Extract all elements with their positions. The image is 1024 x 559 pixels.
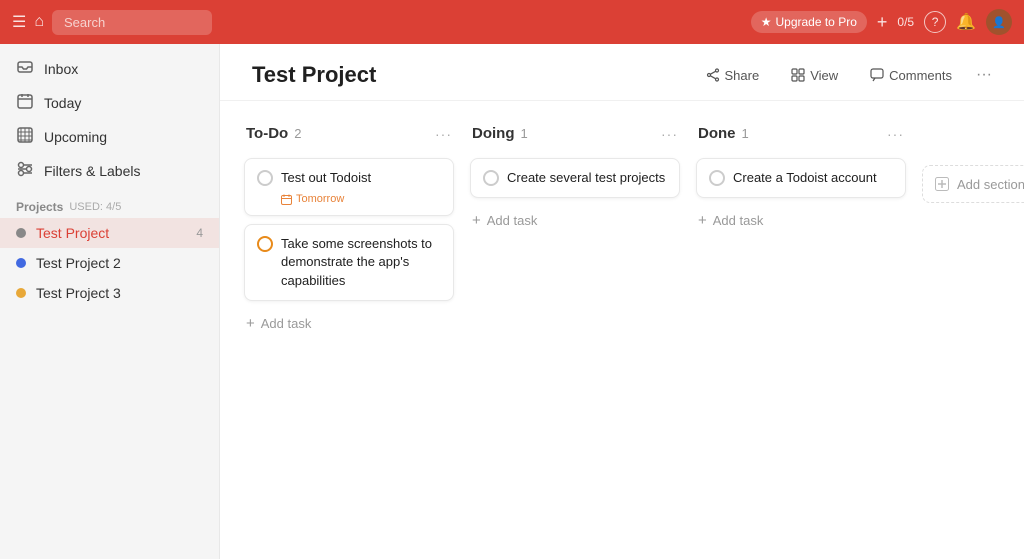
column-doing-count: 1: [521, 126, 528, 141]
add-task-button-doing[interactable]: + Add task: [470, 206, 680, 235]
task-row-2: Take some screenshots to demonstrate the…: [257, 235, 441, 290]
projects-label: Projects: [16, 200, 63, 214]
column-todo-header: To-Do 2 ···: [244, 121, 454, 150]
task-card-3[interactable]: Create several test projects: [470, 158, 680, 198]
comments-button[interactable]: Comments: [862, 64, 960, 87]
column-doing-title: Doing: [472, 125, 515, 142]
projects-used: USED: 4/5: [69, 201, 121, 213]
project-dot-2: [16, 258, 26, 268]
column-todo-count: 2: [294, 126, 301, 141]
sidebar-item-test-project-2-label: Test Project 2: [36, 255, 121, 271]
inbox-icon: [16, 59, 34, 79]
filters-icon: [16, 161, 34, 181]
score-badge: 0/5: [897, 15, 914, 29]
column-done: Done 1 ··· Create a Todoist account + Ad…: [696, 121, 906, 235]
column-doing: Doing 1 ··· Create several test projects…: [470, 121, 680, 235]
project-count-1: 4: [196, 226, 203, 240]
page-more-button[interactable]: ···: [976, 66, 992, 84]
page-header: Test Project Share View Comments ···: [220, 44, 1024, 101]
main-layout: Inbox Today Upcoming Filters & Labels Pr…: [0, 44, 1024, 559]
task-checkbox-2[interactable]: [257, 236, 273, 252]
task-card-2[interactable]: Take some screenshots to demonstrate the…: [244, 224, 454, 301]
add-task-plus-icon-doing: +: [472, 212, 481, 229]
add-section-icon: [935, 177, 949, 191]
task-text-2: Take some screenshots to demonstrate the…: [281, 235, 441, 290]
task-checkbox-1[interactable]: [257, 170, 273, 186]
page-title: Test Project: [252, 62, 698, 88]
view-button[interactable]: View: [783, 64, 846, 87]
column-doing-more[interactable]: ···: [661, 126, 678, 142]
sidebar-item-test-project[interactable]: Test Project 4: [0, 218, 219, 248]
upgrade-button[interactable]: ★ Upgrade to Pro: [751, 11, 867, 33]
project-dot-3: [16, 288, 26, 298]
topnav: ☰ ⌂ ★ Upgrade to Pro + 0/5 ? 🔔 👤: [0, 0, 1024, 44]
board-area: To-Do 2 ··· Test out Todoist Tomorrow: [220, 101, 1024, 559]
column-done-count: 1: [742, 126, 749, 141]
task-checkbox-4[interactable]: [709, 170, 725, 186]
column-done-more[interactable]: ···: [887, 126, 904, 142]
upgrade-label: Upgrade to Pro: [775, 15, 856, 29]
task-row-3: Create several test projects: [483, 169, 667, 187]
sidebar-item-test-project-label: Test Project: [36, 225, 109, 241]
projects-section-header: Projects USED: 4/5: [0, 188, 219, 218]
task-date-1: Tomorrow: [281, 193, 441, 205]
task-text-1: Test out Todoist: [281, 169, 441, 187]
bell-icon[interactable]: 🔔: [956, 12, 976, 32]
view-icon: [791, 68, 805, 82]
task-row-4: Create a Todoist account: [709, 169, 893, 187]
add-section-button[interactable]: Add section: [922, 165, 1024, 203]
add-task-plus-icon-done: +: [698, 212, 707, 229]
column-done-header: Done 1 ···: [696, 121, 906, 150]
upcoming-icon: [16, 127, 34, 147]
task-text-3: Create several test projects: [507, 169, 667, 187]
home-icon[interactable]: ⌂: [34, 13, 44, 31]
share-icon: [706, 68, 720, 82]
topnav-left: ☰ ⌂: [12, 10, 212, 35]
task-row-1: Test out Todoist: [257, 169, 441, 187]
share-button[interactable]: Share: [698, 64, 768, 87]
sidebar-item-filters-label: Filters & Labels: [44, 163, 140, 179]
column-todo: To-Do 2 ··· Test out Todoist Tomorrow: [244, 121, 454, 338]
comments-icon: [870, 68, 884, 82]
sidebar-item-today-label: Today: [44, 95, 81, 111]
avatar[interactable]: 👤: [986, 9, 1012, 35]
menu-icon[interactable]: ☰: [12, 12, 26, 32]
topnav-right: ★ Upgrade to Pro + 0/5 ? 🔔 👤: [751, 9, 1012, 35]
column-done-title: Done: [698, 125, 736, 142]
sidebar-item-today[interactable]: Today: [0, 86, 219, 120]
sidebar-item-test-project-3[interactable]: Test Project 3: [0, 278, 219, 308]
star-icon: ★: [761, 15, 772, 29]
task-text-4: Create a Todoist account: [733, 169, 893, 187]
sidebar-item-inbox[interactable]: Inbox: [0, 52, 219, 86]
sidebar: Inbox Today Upcoming Filters & Labels Pr…: [0, 44, 220, 559]
column-todo-title: To-Do: [246, 125, 288, 142]
task-card-4[interactable]: Create a Todoist account: [696, 158, 906, 198]
task-card-1[interactable]: Test out Todoist Tomorrow: [244, 158, 454, 216]
search-input[interactable]: [52, 10, 212, 35]
task-meta-1: Tomorrow: [257, 193, 441, 205]
column-doing-header: Doing 1 ···: [470, 121, 680, 150]
project-dot-1: [16, 228, 26, 238]
sidebar-item-upcoming-label: Upcoming: [44, 129, 107, 145]
sidebar-item-test-project-3-label: Test Project 3: [36, 285, 121, 301]
page-actions: Share View Comments ···: [698, 64, 993, 87]
help-icon[interactable]: ?: [924, 11, 946, 33]
task-checkbox-3[interactable]: [483, 170, 499, 186]
sidebar-item-inbox-label: Inbox: [44, 61, 78, 77]
column-todo-more[interactable]: ···: [435, 126, 452, 142]
sidebar-item-filters[interactable]: Filters & Labels: [0, 154, 219, 188]
add-task-button-todo[interactable]: + Add task: [244, 309, 454, 338]
today-icon: [16, 93, 34, 113]
date-icon-1: [281, 194, 292, 205]
sidebar-item-test-project-2[interactable]: Test Project 2: [0, 248, 219, 278]
add-task-plus-icon-todo: +: [246, 315, 255, 332]
sidebar-item-upcoming[interactable]: Upcoming: [0, 120, 219, 154]
add-task-button-done[interactable]: + Add task: [696, 206, 906, 235]
content-area: Test Project Share View Comments ···: [220, 44, 1024, 559]
add-icon[interactable]: +: [877, 12, 888, 33]
